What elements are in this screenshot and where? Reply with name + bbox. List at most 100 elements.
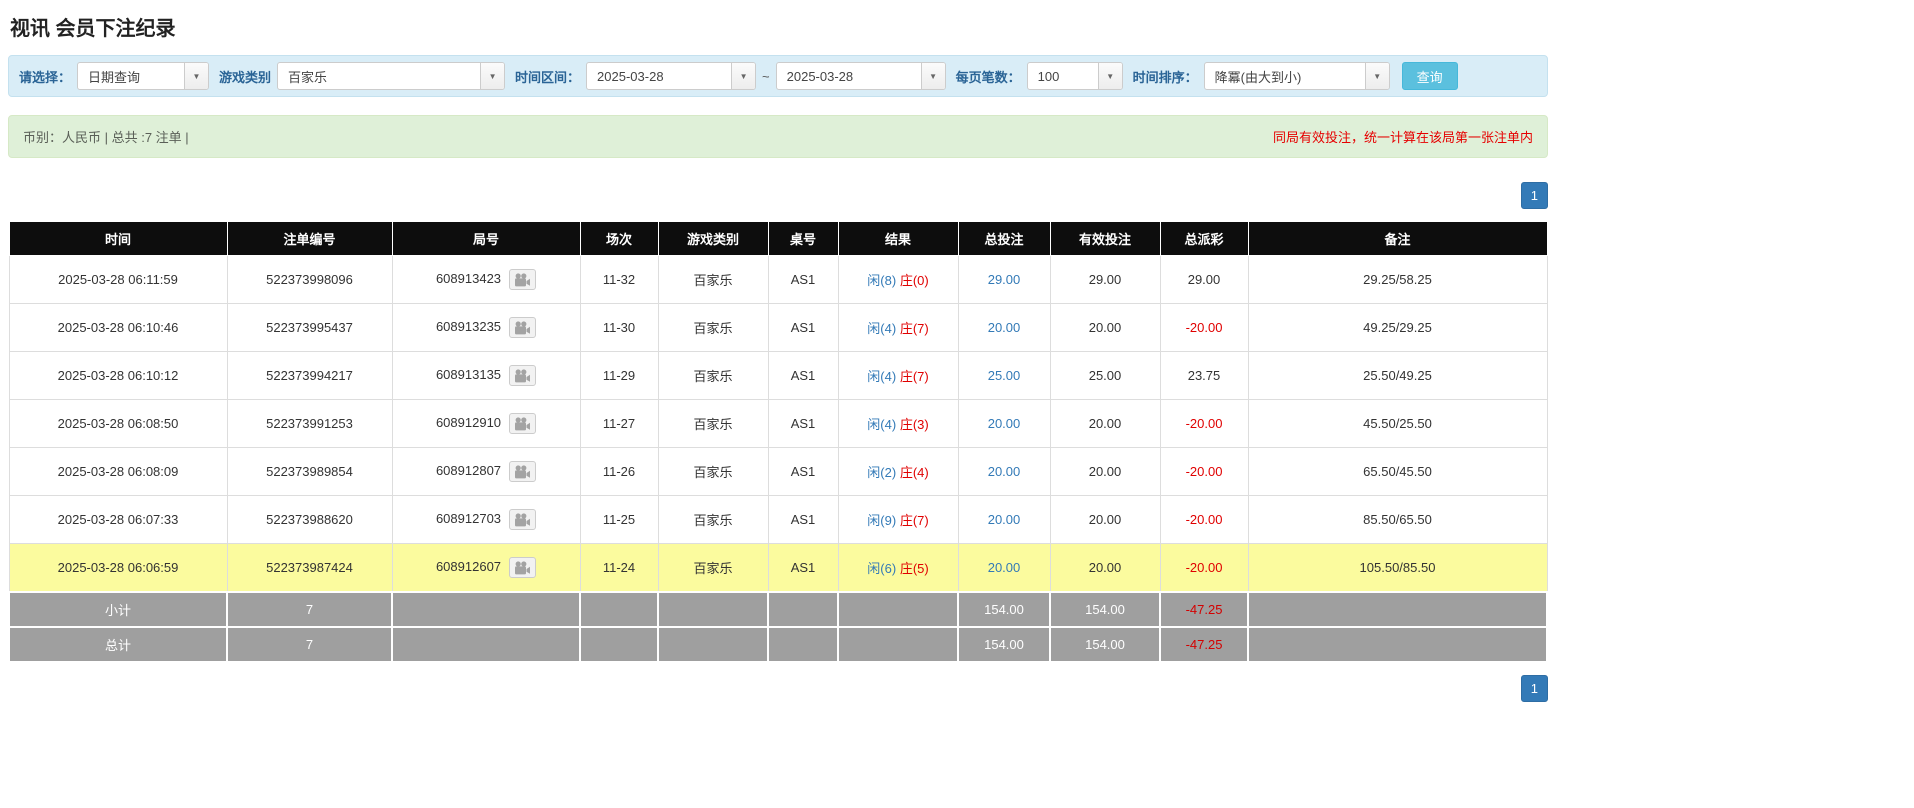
cell-bet-id: 522373991253 [226, 399, 393, 448]
search-button[interactable]: 查询 [1401, 62, 1458, 90]
total-bet-link[interactable]: 20.00 [988, 512, 1021, 527]
total-valid-bet: 154.00 [1049, 626, 1161, 663]
cell-session: 11-27 [579, 399, 659, 448]
cell-valid-bet: 20.00 [1049, 303, 1161, 352]
table-footer: 小计 7 154.00 154.00 -47.25 总计 7 154.00 15… [8, 591, 1548, 663]
cell-round: 608912607 [391, 543, 581, 593]
video-camera-icon[interactable] [509, 269, 537, 290]
tilde-separator: ~ [762, 68, 770, 84]
chevron-down-icon[interactable]: ▼ [920, 63, 945, 89]
column-header-2: 局号 [391, 221, 581, 256]
cell-time: 2025-03-28 06:07:33 [8, 495, 228, 544]
game-type-label: 游戏类别 [219, 69, 272, 85]
cell-total-bet: 20.00 [957, 399, 1051, 448]
video-camera-icon[interactable] [509, 317, 537, 338]
cell-bet-id: 522373987424 [226, 543, 393, 593]
page-size-value: 100 [1037, 68, 1060, 84]
total-bet-link[interactable]: 20.00 [988, 416, 1021, 431]
page-size-label: 每页笔数： [955, 69, 1021, 85]
page-button-1[interactable]: 1 [1520, 675, 1548, 702]
total-bet-link[interactable]: 20.00 [988, 320, 1021, 335]
round-number: 608913135 [435, 366, 502, 382]
total-payout: -47.25 [1159, 626, 1249, 663]
date-from-dropdown[interactable]: 2025-03-28 ▼ [586, 62, 757, 90]
summary-bar: 币别：人民币 | 总共 :7 注单 | 同局有效投注，统一计算在该局第一张注单内 [8, 115, 1548, 158]
records-table: 时间 注单编号 局号 场次 游戏类别 桌号 结果 总投注 有效投注 总派彩 备注 2025-03-2… [8, 221, 1548, 663]
game-type-dropdown[interactable]: 百家乐 ▼ [277, 62, 506, 90]
cell-total-bet: 20.00 [957, 303, 1051, 352]
cell-valid-bet: 29.00 [1049, 255, 1161, 304]
cell-total-bet: 20.00 [957, 495, 1051, 544]
total-count: 7 [226, 626, 393, 663]
cell-round: 608913135 [391, 351, 581, 400]
video-camera-icon[interactable] [509, 509, 537, 530]
video-camera-icon[interactable] [509, 557, 537, 578]
empty-cell [1247, 626, 1548, 663]
header-row: 时间 注单编号 局号 场次 游戏类别 桌号 结果 总投注 有效投注 总派彩 备注 [8, 221, 1548, 256]
total-bet-link[interactable]: 29.00 [988, 272, 1021, 287]
empty-cell [391, 591, 581, 628]
column-header-10: 备注 [1247, 221, 1548, 256]
query-type-dropdown[interactable]: 日期查询 ▼ [77, 62, 210, 90]
subtotal-label: 小计 [8, 591, 228, 628]
cell-valid-bet: 25.00 [1049, 351, 1161, 400]
cell-game-type: 百家乐 [657, 399, 769, 448]
table-header: 时间 注单编号 局号 场次 游戏类别 桌号 结果 总投注 有效投注 总派彩 备注 [8, 221, 1548, 256]
column-header-8: 有效投注 [1049, 221, 1161, 256]
subtotal-total-bet: 154.00 [957, 591, 1051, 628]
cell-payout: -20.00 [1159, 543, 1249, 593]
result-banker: 庄(7) [899, 513, 929, 528]
cell-session: 11-30 [579, 303, 659, 352]
cell-result: 闲(8) 庄(0) [837, 255, 959, 304]
page-button-1[interactable]: 1 [1520, 182, 1548, 209]
round-number: 608912703 [435, 510, 502, 526]
cell-bet-id: 522373994217 [226, 351, 393, 400]
result-banker: 庄(0) [899, 273, 929, 288]
empty-cell [837, 591, 959, 628]
chevron-down-icon[interactable]: ▼ [731, 63, 756, 89]
game-type-value: 百家乐 [288, 69, 328, 85]
cell-time: 2025-03-28 06:08:50 [8, 399, 228, 448]
video-camera-icon[interactable] [509, 413, 537, 434]
cell-session: 11-25 [579, 495, 659, 544]
column-header-5: 桌号 [767, 221, 839, 256]
result-banker: 庄(3) [899, 417, 929, 432]
cell-payout: -20.00 [1159, 447, 1249, 496]
cell-session: 11-26 [579, 447, 659, 496]
result-player: 闲(2) [867, 465, 897, 480]
cell-note: 25.50/49.25 [1247, 351, 1548, 400]
summary-notice: 同局有效投注，统一计算在该局第一张注单内 [1272, 130, 1533, 145]
video-camera-icon[interactable] [509, 365, 537, 386]
total-bet-link[interactable]: 20.00 [988, 464, 1021, 479]
page-size-dropdown[interactable]: 100 ▼ [1026, 62, 1123, 90]
chevron-down-icon[interactable]: ▼ [480, 63, 505, 89]
total-bet-link[interactable]: 20.00 [988, 560, 1021, 575]
cell-table-no: AS1 [767, 447, 839, 496]
sort-order-value: 降冪(由大到小) [1214, 69, 1302, 85]
column-header-3: 场次 [579, 221, 659, 256]
video-camera-icon[interactable] [509, 461, 537, 482]
empty-cell [579, 591, 659, 628]
cell-valid-bet: 20.00 [1049, 447, 1161, 496]
cell-payout: 29.00 [1159, 255, 1249, 304]
column-header-7: 总投注 [957, 221, 1051, 256]
cell-note: 49.25/29.25 [1247, 303, 1548, 352]
empty-cell [1247, 591, 1548, 628]
result-player: 闲(4) [867, 321, 897, 336]
column-header-0: 时间 [8, 221, 228, 256]
pagination-top: 1 [8, 182, 1548, 209]
cell-total-bet: 29.00 [957, 255, 1051, 304]
sort-order-dropdown[interactable]: 降冪(由大到小) ▼ [1203, 62, 1390, 90]
date-to-dropdown[interactable]: 2025-03-28 ▼ [775, 62, 946, 90]
cell-round: 608912910 [391, 399, 581, 448]
cell-bet-id: 522373998096 [226, 255, 393, 304]
cell-table-no: AS1 [767, 495, 839, 544]
result-player: 闲(8) [867, 273, 897, 288]
cell-note: 45.50/25.50 [1247, 399, 1548, 448]
page-title: 视讯 会员下注纪录 [10, 18, 176, 40]
chevron-down-icon[interactable]: ▼ [184, 63, 209, 89]
total-bet-link[interactable]: 25.00 [988, 368, 1021, 383]
cell-result: 闲(4) 庄(7) [837, 351, 959, 400]
chevron-down-icon[interactable]: ▼ [1097, 63, 1122, 89]
chevron-down-icon[interactable]: ▼ [1364, 63, 1389, 89]
